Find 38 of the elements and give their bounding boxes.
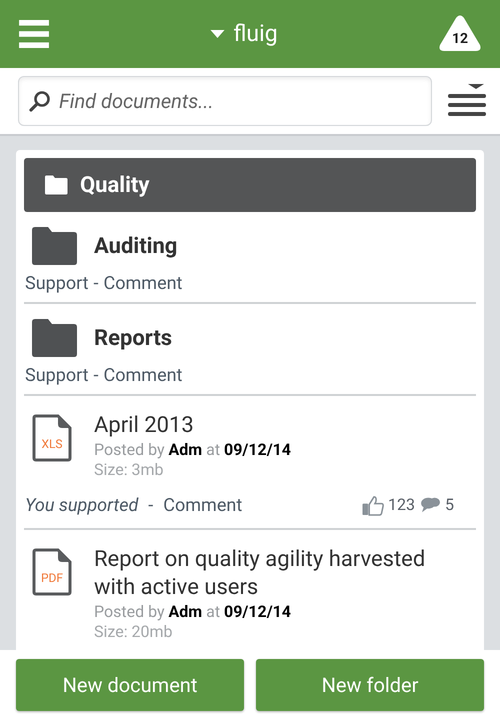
separator-text: - bbox=[94, 272, 99, 296]
separator-text: - bbox=[148, 494, 154, 518]
file-icon bbox=[32, 414, 72, 462]
folder-icon bbox=[30, 318, 78, 358]
notification-badge[interactable]: 12 bbox=[438, 15, 482, 53]
comments-icon bbox=[420, 496, 442, 514]
comment-link[interactable]: Comment bbox=[163, 492, 242, 518]
likes-count: 123 bbox=[388, 494, 415, 516]
thumbs-up-icon bbox=[361, 494, 386, 516]
separator-text: - bbox=[94, 364, 99, 388]
size-info: Size: 20mb bbox=[94, 622, 174, 642]
file-type-label: XLS bbox=[40, 438, 64, 450]
search-field[interactable]: Find documents... bbox=[18, 76, 432, 126]
document-title[interactable]: April 2013 bbox=[94, 412, 291, 440]
sort-menu-icon[interactable] bbox=[448, 84, 486, 118]
support-link[interactable]: You supported bbox=[25, 492, 138, 518]
folder-icon bbox=[44, 175, 68, 195]
size-info: Size: 3mb bbox=[94, 460, 165, 480]
support-link[interactable]: Support bbox=[25, 362, 89, 388]
posted-info: Posted by Adm at 09/12/14 bbox=[94, 440, 291, 460]
support-link[interactable]: Support bbox=[25, 270, 89, 296]
comment-link[interactable]: Comment bbox=[104, 270, 182, 296]
action-button[interactable]: New document bbox=[16, 659, 244, 711]
caret-icon[interactable] bbox=[210, 30, 226, 38]
file-icon bbox=[32, 548, 72, 596]
folder-title[interactable]: Auditing bbox=[94, 230, 178, 262]
folder-header-title: Quality bbox=[80, 172, 150, 200]
file-type-label: PDF bbox=[40, 572, 64, 584]
folder-title[interactable]: Reports bbox=[94, 322, 172, 354]
app-title[interactable]: fluig bbox=[233, 16, 278, 52]
comment-link[interactable]: Comment bbox=[104, 362, 182, 388]
search-icon bbox=[29, 90, 51, 112]
folder-icon bbox=[30, 226, 78, 266]
comments-count: 5 bbox=[445, 494, 454, 516]
posted-info: Posted by Adm at 09/12/14 bbox=[94, 602, 292, 622]
action-button[interactable]: New folder bbox=[256, 659, 484, 711]
document-title[interactable]: Report on quality agility harvested with active users bbox=[94, 546, 436, 602]
menu-icon[interactable] bbox=[18, 20, 50, 48]
